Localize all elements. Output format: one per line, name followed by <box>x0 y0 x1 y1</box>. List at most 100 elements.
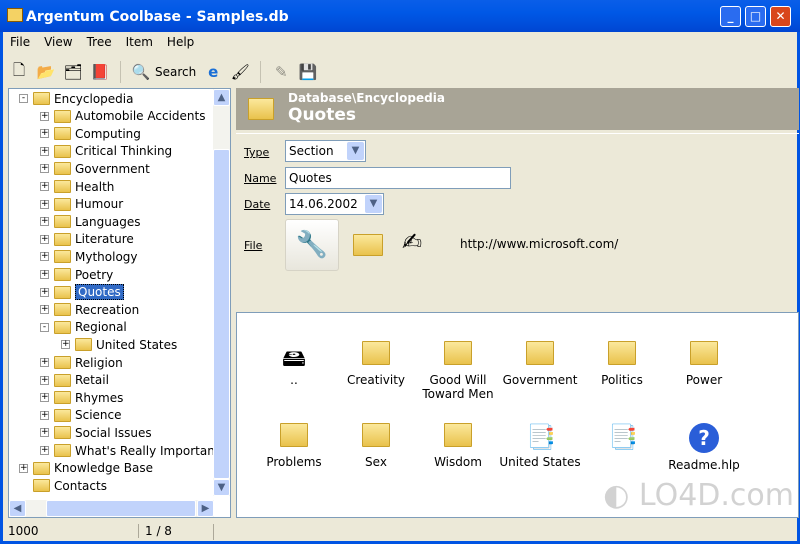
edit-link-icon[interactable]: ✍ <box>402 228 422 256</box>
expand-icon[interactable]: + <box>40 393 49 403</box>
tree-node-label: Literature <box>75 232 134 247</box>
folder-icon <box>54 250 71 264</box>
expand-icon[interactable]: + <box>40 164 49 174</box>
name-field[interactable]: Quotes <box>285 167 511 189</box>
tree-node[interactable]: + Health <box>40 178 114 195</box>
horizontal-scrollbar[interactable]: ◀ ▶ <box>9 500 214 517</box>
scroll-up-button[interactable]: ▲ <box>213 89 230 106</box>
expand-icon[interactable]: + <box>40 375 49 385</box>
expand-icon[interactable]: + <box>40 270 49 279</box>
tree-node[interactable]: + Rhymes <box>40 389 123 406</box>
expand-icon[interactable]: + <box>19 463 28 473</box>
chevron-down-icon[interactable]: ▼ <box>347 142 364 160</box>
list-item-label: .. <box>290 373 298 387</box>
expand-icon[interactable]: + <box>40 111 49 121</box>
tree-node[interactable]: + Knowledge Base <box>19 460 153 477</box>
collapse-icon[interactable]: - <box>19 94 28 103</box>
expand-icon[interactable]: + <box>40 234 49 244</box>
internet-explorer-icon[interactable]: e <box>203 62 223 82</box>
run-file-button[interactable]: 🔧 <box>285 219 339 271</box>
folder-icon <box>54 426 71 440</box>
expand-icon[interactable]: + <box>40 305 49 315</box>
save-icon[interactable]: 💾 <box>298 62 318 82</box>
vertical-scrollbar[interactable]: ▲ ▼ <box>213 89 230 496</box>
search-icon: 🔍 <box>131 63 151 81</box>
properties-icon[interactable]: 🗂 <box>63 62 83 82</box>
expand-icon[interactable]: + <box>40 217 49 227</box>
list-item[interactable]: 📑 United States <box>499 423 581 469</box>
tree-node[interactable]: + Quotes <box>40 284 124 301</box>
expand-icon[interactable]: + <box>40 410 49 420</box>
list-item[interactable]: Politics <box>581 341 663 387</box>
tree-node[interactable]: + Religion <box>40 354 123 371</box>
edit-icon[interactable]: ✎ <box>271 62 291 82</box>
list-item[interactable]: Power <box>663 341 745 387</box>
scroll-left-button[interactable]: ◀ <box>9 500 26 517</box>
date-picker[interactable]: 14.06.2002 ▼ <box>285 193 384 215</box>
tree-node-label: Poetry <box>75 267 114 282</box>
scroll-thumb[interactable] <box>213 149 230 479</box>
tree-node[interactable]: + Literature <box>40 231 134 248</box>
expand-icon[interactable]: + <box>40 358 49 367</box>
list-item[interactable]: Creativity <box>335 341 417 387</box>
tree-node[interactable]: + Science <box>40 407 122 424</box>
list-item[interactable]: 🖴.. <box>253 341 335 387</box>
list-item[interactable]: Sex <box>335 423 417 469</box>
tree-node[interactable]: + Recreation <box>40 301 139 318</box>
tree-node[interactable]: + Computing <box>40 125 141 142</box>
expand-icon[interactable]: + <box>61 340 70 350</box>
expand-icon[interactable]: + <box>40 199 49 209</box>
list-item[interactable]: 📑 <box>581 423 663 455</box>
tree-node[interactable]: + Humour <box>40 196 123 213</box>
menu-tree[interactable]: Tree <box>80 33 119 53</box>
new-icon[interactable]: 🗋 <box>9 61 29 82</box>
tree-node[interactable]: + Automobile Accidents <box>40 108 205 125</box>
list-item[interactable]: Government <box>499 341 581 387</box>
expand-icon[interactable]: + <box>40 129 49 139</box>
close-button[interactable]: ✕ <box>770 6 791 27</box>
tree-node[interactable]: + Critical Thinking <box>40 143 172 160</box>
menu-view[interactable]: View <box>37 33 79 53</box>
expand-icon[interactable]: + <box>40 287 49 297</box>
scroll-down-button[interactable]: ▼ <box>213 479 230 496</box>
tree-node[interactable]: Contacts <box>19 477 107 494</box>
search-button[interactable]: 🔍 Search <box>131 62 197 82</box>
menu-file[interactable]: File <box>3 33 37 53</box>
brush-icon[interactable]: 🖌 <box>230 62 250 82</box>
expand-icon[interactable]: + <box>40 182 49 191</box>
browse-folder-icon[interactable] <box>353 234 383 256</box>
tree-node[interactable]: - Encyclopedia <box>19 90 133 107</box>
expand-icon[interactable]: + <box>40 428 49 438</box>
status-bar: 1000 1 / 8 <box>3 521 797 541</box>
open-folder-icon[interactable]: 📂 <box>36 62 56 82</box>
book-icon[interactable]: 📕 <box>90 62 110 82</box>
expand-icon[interactable]: + <box>40 146 49 156</box>
tree-node[interactable]: + United States <box>61 336 177 353</box>
search-label: Search <box>155 65 197 79</box>
tree-node[interactable]: + What's Really Important <box>40 442 214 459</box>
scroll-thumb-h[interactable] <box>46 500 196 517</box>
tree-node[interactable]: + Poetry <box>40 266 113 283</box>
tree-node[interactable]: + Social Issues <box>40 424 152 441</box>
menu-help[interactable]: Help <box>160 33 201 53</box>
minimize-button[interactable]: _ <box>720 6 741 27</box>
tree-node[interactable]: + Mythology <box>40 248 138 265</box>
expand-icon[interactable]: + <box>40 252 49 262</box>
type-select[interactable]: Section ▼ <box>285 140 366 162</box>
expand-icon[interactable]: + <box>40 446 49 455</box>
tree-node[interactable]: - Regional <box>40 319 127 336</box>
file-url[interactable]: http://www.microsoft.com/ <box>460 237 618 251</box>
tree-node-label: Knowledge Base <box>54 461 153 476</box>
tree-node[interactable]: + Government <box>40 160 150 177</box>
collapse-icon[interactable]: - <box>40 322 49 332</box>
tree-node[interactable]: + Languages <box>40 213 140 230</box>
list-item[interactable]: Good Will Toward Men <box>417 341 499 401</box>
list-item[interactable]: ? Readme.hlp <box>663 423 745 472</box>
tree-node[interactable]: + Retail <box>40 372 109 389</box>
chevron-down-icon[interactable]: ▼ <box>365 195 382 213</box>
list-item[interactable]: Problems <box>253 423 335 469</box>
menu-item[interactable]: Item <box>119 33 160 53</box>
maximize-button[interactable]: □ <box>745 6 766 27</box>
scroll-right-button[interactable]: ▶ <box>197 500 214 517</box>
list-item[interactable]: Wisdom <box>417 423 499 469</box>
